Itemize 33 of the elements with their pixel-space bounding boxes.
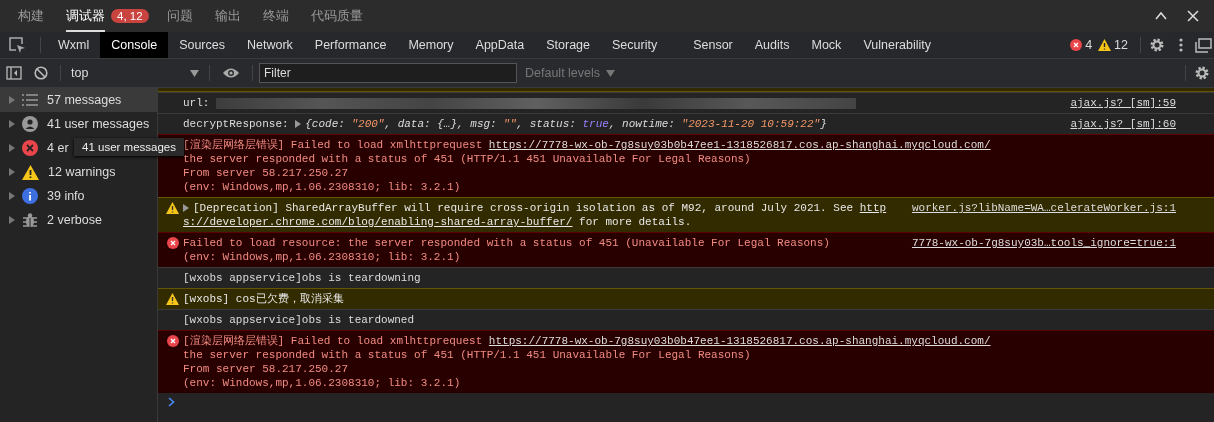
message-text: url: [183, 96, 211, 110]
message-text: , nowtime: [608, 117, 676, 131]
message-text: for more details. [578, 215, 692, 229]
message-text: [渲染层网络层错误] Failed to load xmlhttprequest [183, 334, 484, 348]
message-text: [wxobs appservice]obs is teardowned [183, 313, 415, 327]
message-text: (env: Windows,mp,1.06.2308310; lib: 3.2.1) [183, 376, 461, 390]
message-text: (env: Windows,mp,1.06.2308310; lib: 3.2.1) [183, 250, 461, 264]
message-text: (env: Windows,mp,1.06.2308310; lib: 3.2.1) [183, 180, 461, 194]
message-text: [wxobs appservice]obs is teardowning [183, 271, 421, 285]
warning-count: 12 [1114, 38, 1128, 52]
message-text: the server responded with a status of 451 (HTTP/1.1 451 Unavailable For Legal Reasons) [183, 152, 751, 166]
message-text: { [305, 117, 312, 131]
message-text: the server responded with a status of 451 (HTTP/1.1 451 Unavailable For Legal Reasons) [183, 348, 751, 362]
message-text: "" [503, 117, 517, 131]
message-text: , status: [516, 117, 577, 131]
message-text: From server 58.217.250.27 [183, 362, 349, 376]
message-text: , data: [384, 117, 432, 131]
message-text: {…} [437, 117, 458, 131]
message-text: [wxobs] cos已欠费，取消采集 [183, 292, 344, 306]
message-text: From server 58.217.250.27 [183, 166, 349, 180]
message-text: true [582, 117, 609, 131]
message-text: Failed to load resource: the server responded with a status of 451 (Unavailable For Legal Reasons) [183, 236, 830, 250]
message-text: [渲染层网络层错误] Failed to load xmlhttprequest [183, 138, 484, 152]
message-text: code: [311, 117, 346, 131]
message-text: "2023-11-20 10:59:22" [681, 117, 821, 131]
message-text: decryptResponse: [183, 117, 290, 131]
message-text: } [820, 117, 827, 131]
message-text: , msg: [457, 117, 498, 131]
tooltip: 41 user messages [74, 138, 184, 156]
count-badge: 4, 12 [111, 9, 149, 23]
error-count: 4 [1085, 38, 1093, 52]
message-text: "200" [351, 117, 385, 131]
message-text: [Deprecation] SharedArrayBuffer will require cross-origin isolation as of M92, around July 2021. See [193, 201, 855, 215]
